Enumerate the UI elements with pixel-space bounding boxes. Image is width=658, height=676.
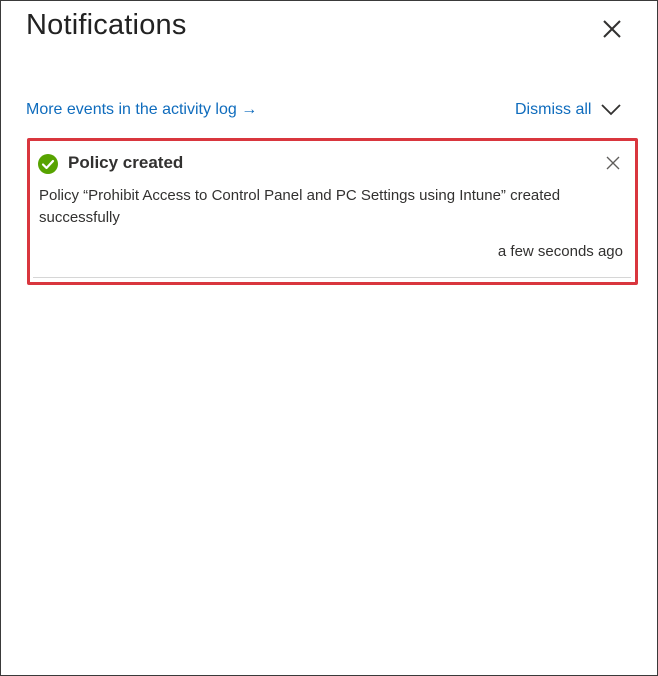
divider: [33, 277, 631, 278]
success-check-icon: [38, 154, 58, 174]
chevron-down-icon: [601, 104, 621, 116]
close-icon: [606, 156, 620, 170]
notification-timestamp: a few seconds ago: [497, 243, 623, 260]
dismiss-all-dropdown[interactable]: [600, 102, 622, 118]
activity-log-link[interactable]: More events in the activity log →: [26, 101, 257, 119]
dismiss-notification-button[interactable]: [605, 155, 621, 171]
panel-title: Notifications: [26, 9, 187, 41]
notification-message: Policy “Prohibit Access to Control Panel…: [39, 187, 561, 226]
notification-title: Policy created: [68, 153, 184, 172]
close-panel-button[interactable]: [601, 18, 623, 40]
dismiss-all-button[interactable]: Dismiss all: [515, 101, 591, 119]
notifications-panel: Notifications More events in the activit…: [0, 0, 658, 676]
close-icon: [603, 20, 621, 38]
